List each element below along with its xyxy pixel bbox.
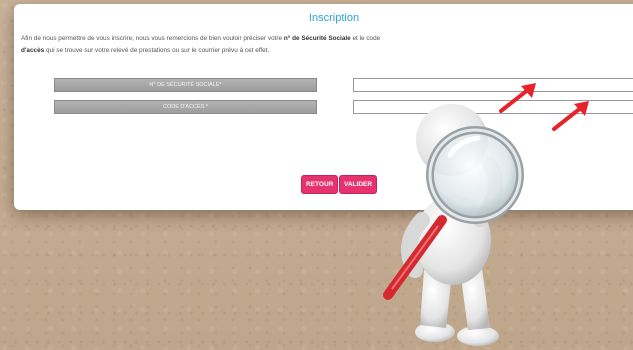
intro-part-3: qui se trouve sur votre relevé de presta… — [44, 47, 270, 54]
red-arrow-icon — [552, 101, 589, 131]
intro-part-1: Afin de nous permettre de vous inscrire,… — [21, 35, 284, 42]
ssn-label: N° DE SÉCURITÉ SOCIALE* — [54, 78, 317, 92]
magnifying-glass-figure — [383, 104, 524, 346]
intro-text: Afin de nous permettre de vous inscrire,… — [21, 33, 633, 57]
submit-button[interactable]: VALIDER — [339, 175, 378, 194]
intro-bold-access: d'accès — [21, 47, 45, 54]
intro-bold-ssn: n° de Sécurité Sociale — [283, 35, 351, 42]
back-button[interactable]: RETOUR — [301, 175, 339, 194]
access-code-label: CODE D'ACCÈS * — [54, 100, 317, 114]
form-title: Inscription — [308, 12, 360, 24]
intro-part-2: et le code — [350, 35, 381, 42]
